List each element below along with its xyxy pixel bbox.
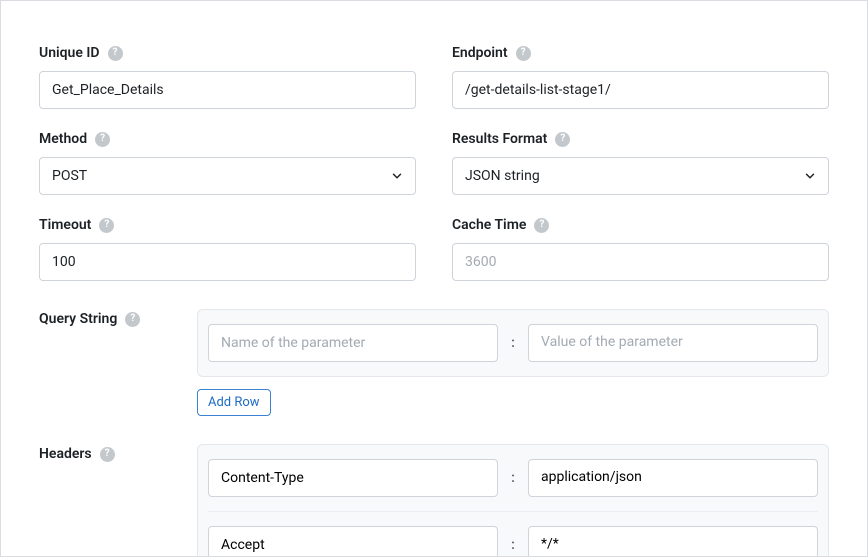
header-name-input[interactable] xyxy=(208,526,498,557)
label-query-string: Query String xyxy=(39,311,117,327)
help-icon[interactable]: ? xyxy=(555,132,570,147)
row-method-results: Method ? POST Results Format ? JSON stri… xyxy=(39,131,829,195)
header-row: : */* xyxy=(208,511,818,557)
help-icon[interactable]: ? xyxy=(100,447,115,462)
help-icon[interactable]: ? xyxy=(125,312,140,327)
header-value-input[interactable]: application/json xyxy=(528,459,818,497)
label-headers: Headers xyxy=(39,446,92,462)
endpoint-input[interactable] xyxy=(452,71,829,109)
label-unique-id: Unique ID xyxy=(39,45,100,61)
timeout-input[interactable] xyxy=(39,243,416,281)
field-unique-id: Unique ID ? xyxy=(39,45,416,109)
field-method: Method ? POST xyxy=(39,131,416,195)
kv-separator: : xyxy=(510,537,516,553)
label-results-format: Results Format xyxy=(452,131,547,147)
form-panel: Unique ID ? Endpoint ? Method ? POST xyxy=(0,0,868,557)
help-icon[interactable]: ? xyxy=(108,46,123,61)
row-timeout-cache: Timeout ? Cache Time ? xyxy=(39,217,829,281)
add-row-button[interactable]: Add Row xyxy=(197,389,271,416)
method-select[interactable]: POST xyxy=(39,157,416,195)
label-cache-time: Cache Time xyxy=(452,217,526,233)
field-results-format: Results Format ? JSON string xyxy=(452,131,829,195)
help-icon[interactable]: ? xyxy=(99,218,114,233)
header-row: : application/json xyxy=(208,455,818,501)
field-timeout: Timeout ? xyxy=(39,217,416,281)
help-icon[interactable]: ? xyxy=(95,132,110,147)
field-endpoint: Endpoint ? xyxy=(452,45,829,109)
row-id-endpoint: Unique ID ? Endpoint ? xyxy=(39,45,829,109)
query-string-panel: : xyxy=(197,309,829,377)
unique-id-input[interactable] xyxy=(39,71,416,109)
kv-separator: : xyxy=(510,470,516,486)
help-icon[interactable]: ? xyxy=(534,218,549,233)
kv-separator: : xyxy=(510,335,516,351)
label-method: Method xyxy=(39,131,87,147)
results-format-select[interactable]: JSON string xyxy=(452,157,829,195)
headers-panel: : application/json : */* xyxy=(197,444,829,557)
query-param-value-input[interactable] xyxy=(528,324,818,362)
cache-time-input[interactable] xyxy=(452,243,829,281)
help-icon[interactable]: ? xyxy=(516,46,531,61)
header-name-input[interactable] xyxy=(208,459,498,497)
query-param-name-input[interactable] xyxy=(208,324,498,362)
field-cache-time: Cache Time ? xyxy=(452,217,829,281)
label-timeout: Timeout xyxy=(39,217,91,233)
section-query-string: Query String ? : Add Row xyxy=(39,309,829,416)
section-headers: Headers ? : application/json : */* xyxy=(39,444,829,557)
query-string-row: : xyxy=(208,320,818,366)
header-value-input[interactable]: */* xyxy=(528,526,818,557)
label-endpoint: Endpoint xyxy=(452,45,508,61)
